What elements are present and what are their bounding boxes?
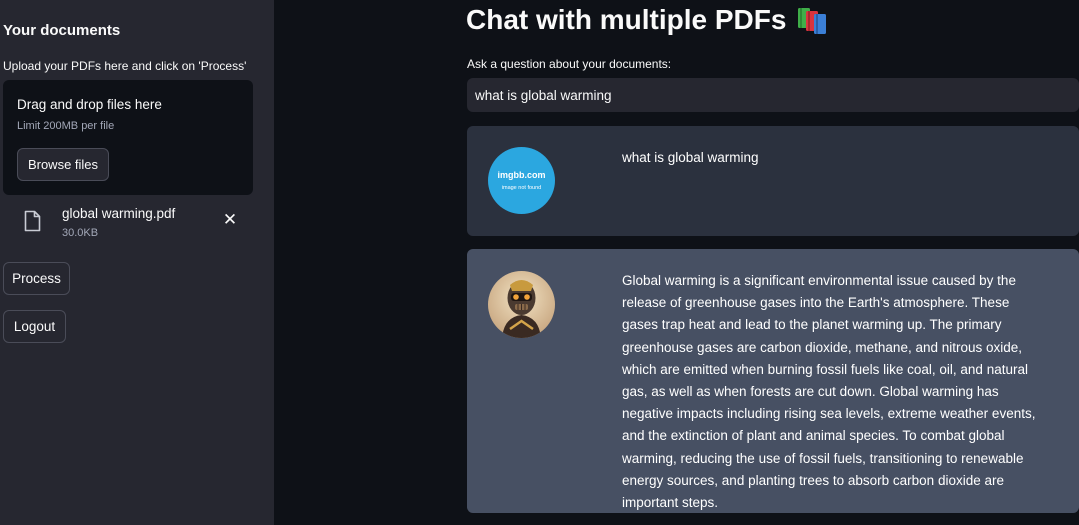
page-title: Chat with multiple PDFs xyxy=(466,4,830,36)
robot-avatar-image xyxy=(488,271,555,338)
bot-message-text: Global warming is a significant environm… xyxy=(622,273,1036,511)
file-icon xyxy=(24,210,41,232)
uploaded-file-item: global warming.pdf 30.0KB ✕ xyxy=(0,200,274,244)
dropzone-label: Drag and drop files here xyxy=(17,97,162,112)
user-message: imgbb.com image not found what is global… xyxy=(467,126,1079,236)
avatar-note-text: image not found xyxy=(501,185,542,191)
close-icon[interactable]: ✕ xyxy=(222,211,238,228)
avatar-brand-text: imgbb.com xyxy=(497,170,546,180)
user-avatar: imgbb.com image not found xyxy=(488,147,555,214)
page-title-text: Chat with multiple PDFs xyxy=(466,4,787,35)
dropzone-limit: Limit 200MB per file xyxy=(17,120,115,132)
question-input[interactable] xyxy=(467,78,1079,112)
bot-message: Global warming is a significant environm… xyxy=(467,249,1079,513)
file-size: 30.0KB xyxy=(62,227,99,239)
browse-files-button[interactable]: Browse files xyxy=(17,148,109,181)
file-name: global warming.pdf xyxy=(62,206,176,221)
question-label: Ask a question about your documents: xyxy=(467,57,672,71)
logout-button[interactable]: Logout xyxy=(3,310,66,343)
file-dropzone[interactable]: Drag and drop files here Limit 200MB per… xyxy=(3,80,253,195)
sidebar-title: Your documents xyxy=(3,22,121,39)
sidebar: Your documents Upload your PDFs here and… xyxy=(0,0,274,525)
robot-avatar xyxy=(488,271,555,338)
process-button[interactable]: Process xyxy=(3,262,70,295)
sidebar-subtitle: Upload your PDFs here and click on 'Proc… xyxy=(3,59,247,73)
books-icon xyxy=(798,8,827,34)
user-message-text: what is global warming xyxy=(622,150,759,165)
